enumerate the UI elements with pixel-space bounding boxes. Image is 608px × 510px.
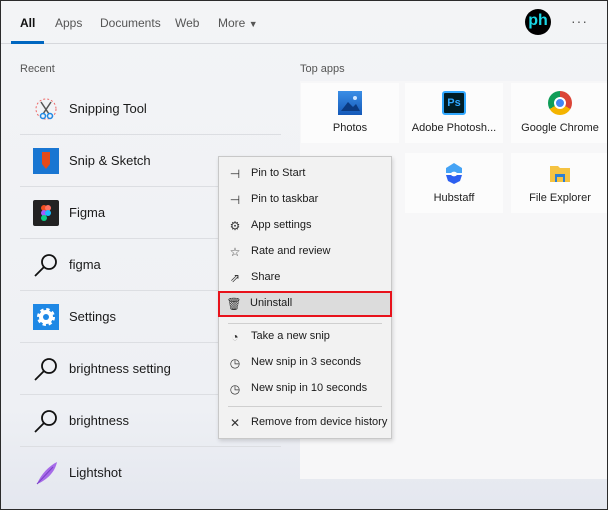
menu-item-label: Share [251,271,281,283]
menu-item-new-snip-in-3-seconds[interactable]: ◷ New snip in 3 seconds [219,350,391,376]
menu-item-new-snip-in-10-seconds[interactable]: ◷ New snip in 10 seconds [219,376,391,402]
recent-item-label: Snipping Tool [69,101,147,116]
caret-down-icon: ▼ [248,19,258,29]
recent-item-label: Figma [69,205,106,220]
recent-item[interactable]: Lightshot [20,447,281,499]
top-apps-heading: Top apps [300,63,345,75]
trash-icon: 🗑 [226,297,242,311]
tile-label: Hubstaff [433,192,475,204]
more-options-button[interactable]: ··· [571,13,588,29]
tile-label: Photos [332,122,368,134]
menu-item-label: Pin to Start [251,167,306,179]
snip-sketch-icon [33,148,59,174]
context-menu: ⊣ Pin to Start ⊣ Pin to taskbar ⚙ App setting… [218,156,392,439]
feather-icon [33,460,59,486]
avatar[interactable]: ph [525,9,551,35]
tab-more[interactable]: More ▼ [218,16,258,30]
menu-item-take-a-new-snip[interactable]: ◔ Take a new snip [219,324,391,350]
menu-item-label: New snip in 3 seconds [251,356,362,368]
recent-item-label: Snip & Sketch [69,153,151,168]
search-icon [33,252,59,278]
top-app-photoshop[interactable]: Ps Adobe Photosh... [405,83,503,143]
tab-apps[interactable]: Apps [55,16,82,30]
figma-icon [33,200,59,226]
menu-item-label: Pin to taskbar [251,193,319,205]
menu-item-share[interactable]: ⇗ Share [219,265,391,291]
photoshop-icon: Ps [442,91,466,115]
tab-all[interactable]: All [20,16,35,30]
scissors-icon [33,96,59,122]
chrome-icon [548,91,572,115]
recent-item-label: Lightshot [69,465,122,480]
menu-item-label: Take a new snip [251,330,330,342]
timer-icon: ◷ [229,382,241,396]
recent-item-label: figma [69,257,101,272]
top-app-chrome[interactable]: Google Chrome [511,83,607,143]
menu-divider [228,406,382,407]
menu-item-label: Remove from device history [251,416,388,428]
menu-item-uninstall[interactable]: 🗑 Uninstall [218,291,392,317]
gear-icon [33,304,59,330]
menu-divider [228,323,382,324]
tab-web[interactable]: Web [175,16,199,30]
search-icon [33,356,59,382]
timer-icon: ◷ [229,356,241,370]
menu-item-label: Uninstall [250,297,293,309]
snip-icon: ◔ [231,330,239,344]
top-app-photos[interactable]: Photos [301,83,399,143]
tile-label: Google Chrome [521,122,599,134]
menu-item-pin-to-start[interactable]: ⊣ Pin to Start [219,161,391,187]
gear-icon: ⚙ [229,219,241,233]
recent-item[interactable]: Snipping Tool [20,83,281,135]
folder-icon [548,161,572,185]
menu-item-label: App settings [251,219,312,231]
recent-item-label: brightness [69,413,129,428]
menu-item-pin-to-taskbar[interactable]: ⊣ Pin to taskbar [219,187,391,213]
tab-bar: All Apps Documents Web More ▼ ph ··· [1,1,607,44]
tab-more-label: More [218,16,246,30]
star-icon: ☆ [229,245,241,259]
search-window: All Apps Documents Web More ▼ ph ··· Rec… [0,0,608,510]
recent-item-label: brightness setting [69,361,171,376]
search-icon [33,408,59,434]
top-app-file-explorer[interactable]: File Explorer [511,153,607,213]
active-tab-indicator [11,41,44,44]
hubstaff-icon [442,161,466,185]
tile-label: File Explorer [529,192,591,204]
photos-icon [338,91,362,115]
menu-item-label: Rate and review [251,245,331,257]
pin-icon: ⊣ [229,167,241,181]
recent-heading: Recent [20,63,55,75]
tab-documents[interactable]: Documents [100,16,161,30]
share-icon: ⇗ [229,271,241,285]
tile-label: Adobe Photosh... [411,122,497,134]
menu-item-rate-and-review[interactable]: ☆ Rate and review [219,239,391,265]
menu-item-app-settings[interactable]: ⚙ App settings [219,213,391,239]
pin-icon: ⊣ [229,193,241,207]
close-icon: ✕ [229,416,241,430]
top-app-hubstaff[interactable]: Hubstaff [405,153,503,213]
menu-item-remove-from-device-history[interactable]: ✕ Remove from device history [219,410,391,436]
recent-item-label: Settings [69,309,116,324]
menu-item-label: New snip in 10 seconds [251,382,368,394]
